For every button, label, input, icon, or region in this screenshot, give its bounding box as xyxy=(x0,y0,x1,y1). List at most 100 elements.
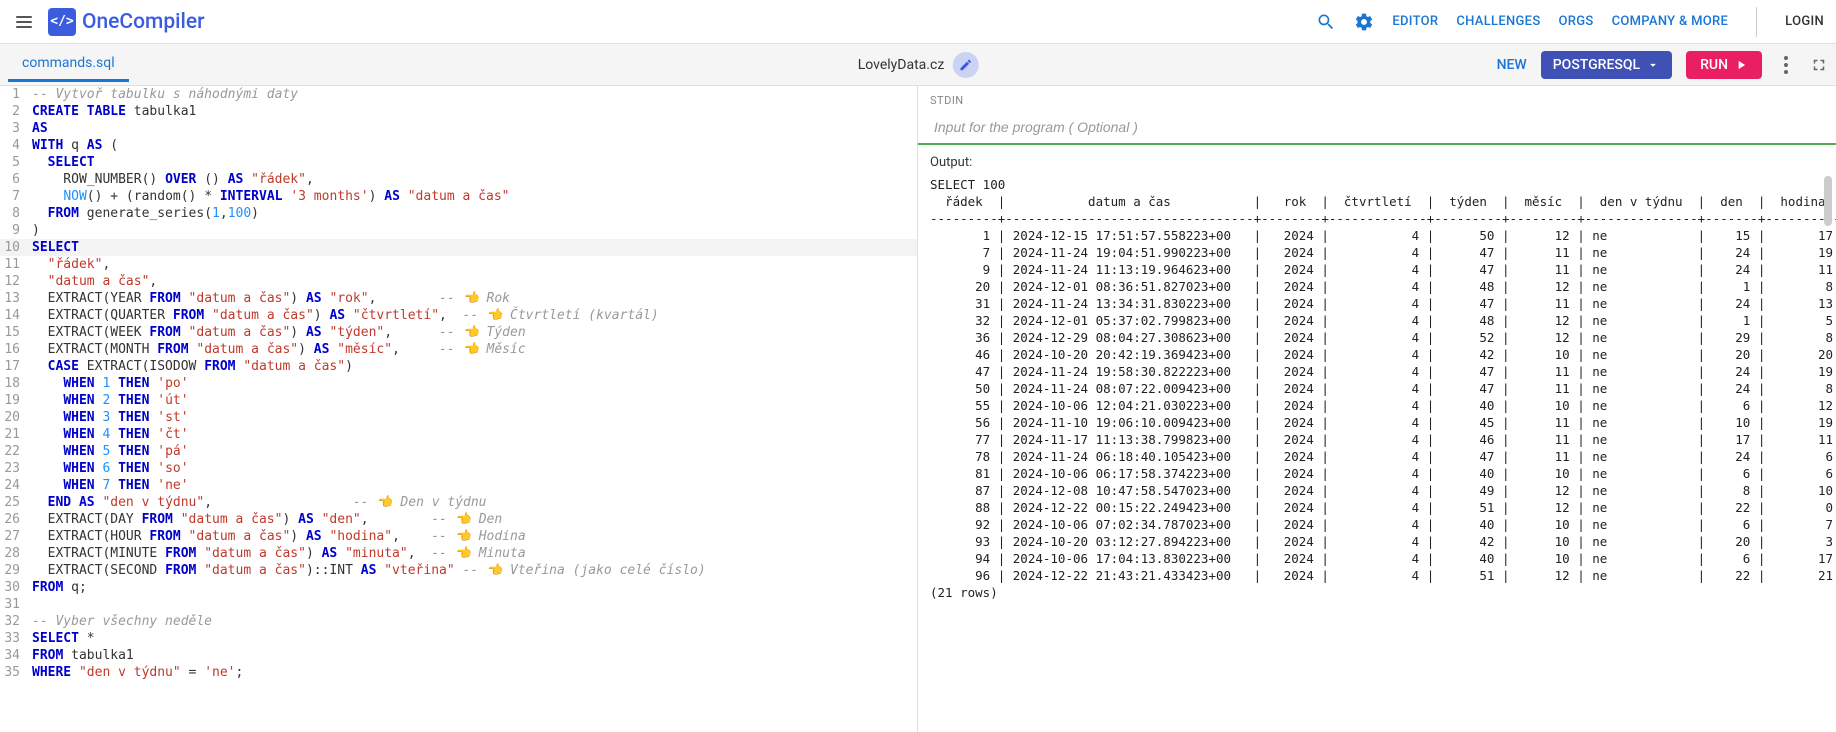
topbar-left: </> OneCompiler xyxy=(12,8,205,36)
code-line[interactable]: 17 CASE EXTRACT(ISODOW FROM "datum a čas… xyxy=(0,358,917,375)
code-line[interactable]: 29 EXTRACT(SECOND FROM "datum a čas")::I… xyxy=(0,562,917,579)
code-line[interactable]: 35WHERE "den v týdnu" = 'ne'; xyxy=(0,664,917,681)
code-line[interactable]: 12 "datum a čas", xyxy=(0,273,917,290)
code-line[interactable]: 7 NOW() + (random() * INTERVAL '3 months… xyxy=(0,188,917,205)
code-line[interactable]: 6 ROW_NUMBER() OVER () AS "řádek", xyxy=(0,171,917,188)
code-content: -- Vyber všechny neděle xyxy=(28,613,917,630)
actions: NEW POSTGRESQL RUN xyxy=(1497,51,1828,79)
gutter-number: 34 xyxy=(0,647,28,664)
code-line[interactable]: 34FROM tabulka1 xyxy=(0,647,917,664)
code-line[interactable]: 9) xyxy=(0,222,917,239)
new-button[interactable]: NEW xyxy=(1497,57,1527,73)
search-icon[interactable] xyxy=(1316,12,1336,32)
code-line[interactable]: 11 "řádek", xyxy=(0,256,917,273)
code-line[interactable]: 18 WHEN 1 THEN 'po' xyxy=(0,375,917,392)
code-content: WITH q AS ( xyxy=(28,137,917,154)
code-line[interactable]: 25 END AS "den v týdnu", -- 👈 Den v týdn… xyxy=(0,494,917,511)
code-content: "řádek", xyxy=(28,256,917,273)
code-line[interactable]: 10SELECT xyxy=(0,239,917,256)
stdin-input[interactable] xyxy=(918,111,1836,145)
gutter-number: 6 xyxy=(0,171,28,188)
code-line[interactable]: 21 WHEN 4 THEN 'čt' xyxy=(0,426,917,443)
output-label: Output: xyxy=(918,145,1836,176)
code-line[interactable]: 5 SELECT xyxy=(0,154,917,171)
code-line[interactable]: 2CREATE TABLE tabulka1 xyxy=(0,103,917,120)
gutter-number: 20 xyxy=(0,409,28,426)
code-line[interactable]: 19 WHEN 2 THEN 'út' xyxy=(0,392,917,409)
code-line[interactable]: 26 EXTRACT(DAY FROM "datum a čas") AS "d… xyxy=(0,511,917,528)
tabs-bar: commands.sql LovelyData.cz NEW POSTGRESQ… xyxy=(0,44,1836,86)
code-line[interactable]: 33SELECT * xyxy=(0,630,917,647)
output-box[interactable]: SELECT 100 řádek | datum a čas | rok | č… xyxy=(918,176,1836,732)
code-content: EXTRACT(MONTH FROM "datum a čas") AS "mě… xyxy=(28,341,917,358)
code-content: ROW_NUMBER() OVER () AS "řádek", xyxy=(28,171,917,188)
run-button[interactable]: RUN xyxy=(1686,51,1762,79)
brand[interactable]: </> OneCompiler xyxy=(48,8,205,36)
code-line[interactable]: 30FROM q; xyxy=(0,579,917,596)
gutter-number: 16 xyxy=(0,341,28,358)
gutter-number: 28 xyxy=(0,545,28,562)
code-line[interactable]: 31 xyxy=(0,596,917,613)
code-line[interactable]: 20 WHEN 3 THEN 'st' xyxy=(0,409,917,426)
gutter-number: 7 xyxy=(0,188,28,205)
language-select[interactable]: POSTGRESQL xyxy=(1541,51,1672,79)
gutter-number: 4 xyxy=(0,137,28,154)
code-line[interactable]: 22 WHEN 5 THEN 'pá' xyxy=(0,443,917,460)
gutter-number: 27 xyxy=(0,528,28,545)
code-content: EXTRACT(YEAR FROM "datum a čas") AS "rok… xyxy=(28,290,917,307)
stdin-header: STDIN xyxy=(918,86,1836,111)
gutter-number: 8 xyxy=(0,205,28,222)
gutter-number: 1 xyxy=(0,86,28,103)
nav-editor[interactable]: EDITOR xyxy=(1392,14,1438,29)
gutter-number: 17 xyxy=(0,358,28,375)
code-line[interactable]: 8 FROM generate_series(1,100) xyxy=(0,205,917,222)
code-line[interactable]: 15 EXTRACT(WEEK FROM "datum a čas") AS "… xyxy=(0,324,917,341)
main: 1-- Vytvoř tabulku s náhodnými daty2CREA… xyxy=(0,86,1836,732)
scrollbar-thumb[interactable] xyxy=(1824,176,1832,226)
brand-logo-icon: </> xyxy=(48,8,76,36)
code-content: EXTRACT(HOUR FROM "datum a čas") AS "hod… xyxy=(28,528,917,545)
file-tab[interactable]: commands.sql xyxy=(8,47,129,82)
nav-orgs[interactable]: ORGS xyxy=(1559,14,1594,29)
brand-name: OneCompiler xyxy=(82,10,205,34)
code-line[interactable]: 14 EXTRACT(QUARTER FROM "datum a čas") A… xyxy=(0,307,917,324)
more-options-button[interactable] xyxy=(1776,56,1796,74)
code-content: WHEN 2 THEN 'út' xyxy=(28,392,917,409)
fullscreen-icon[interactable] xyxy=(1810,56,1828,74)
code-line[interactable]: 4WITH q AS ( xyxy=(0,137,917,154)
document-title: LovelyData.cz xyxy=(858,52,979,78)
code-line[interactable]: 16 EXTRACT(MONTH FROM "datum a čas") AS … xyxy=(0,341,917,358)
run-label: RUN xyxy=(1700,57,1728,73)
code-line[interactable]: 23 WHEN 6 THEN 'so' xyxy=(0,460,917,477)
gutter-number: 9 xyxy=(0,222,28,239)
gutter-number: 2 xyxy=(0,103,28,120)
code-line[interactable]: 28 EXTRACT(MINUTE FROM "datum a čas") AS… xyxy=(0,545,917,562)
code-line[interactable]: 24 WHEN 7 THEN 'ne' xyxy=(0,477,917,494)
code-line[interactable]: 3AS xyxy=(0,120,917,137)
gutter-number: 13 xyxy=(0,290,28,307)
hamburger-icon[interactable] xyxy=(12,10,36,34)
code-content: END AS "den v týdnu", -- 👈 Den v týdnu xyxy=(28,494,917,511)
gutter-number: 29 xyxy=(0,562,28,579)
login-button[interactable]: LOGIN xyxy=(1785,14,1824,29)
code-editor[interactable]: 1-- Vytvoř tabulku s náhodnými daty2CREA… xyxy=(0,86,918,732)
nav-challenges[interactable]: CHALLENGES xyxy=(1456,14,1540,29)
code-content: SELECT xyxy=(28,154,917,171)
code-line[interactable]: 1-- Vytvoř tabulku s náhodnými daty xyxy=(0,86,917,103)
pencil-icon xyxy=(958,58,972,72)
gutter-number: 3 xyxy=(0,120,28,137)
gutter-number: 19 xyxy=(0,392,28,409)
code-line[interactable]: 13 EXTRACT(YEAR FROM "datum a čas") AS "… xyxy=(0,290,917,307)
nav-company-more[interactable]: COMPANY & MORE xyxy=(1612,14,1729,29)
code-content: WHEN 1 THEN 'po' xyxy=(28,375,917,392)
settings-gear-icon[interactable] xyxy=(1354,12,1374,32)
edit-title-button[interactable] xyxy=(952,52,978,78)
code-content: NOW() + (random() * INTERVAL '3 months')… xyxy=(28,188,917,205)
gutter-number: 30 xyxy=(0,579,28,596)
gutter-number: 24 xyxy=(0,477,28,494)
code-content xyxy=(28,596,917,613)
code-content: EXTRACT(SECOND FROM "datum a čas")::INT … xyxy=(28,562,917,579)
gutter-number: 35 xyxy=(0,664,28,681)
code-line[interactable]: 27 EXTRACT(HOUR FROM "datum a čas") AS "… xyxy=(0,528,917,545)
code-line[interactable]: 32-- Vyber všechny neděle xyxy=(0,613,917,630)
